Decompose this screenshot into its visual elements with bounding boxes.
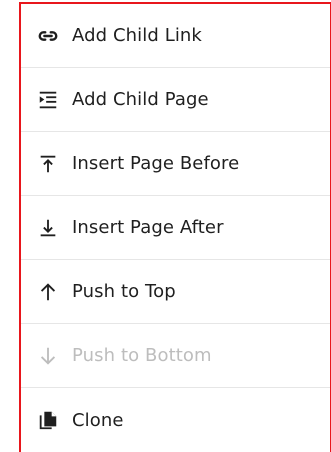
copy-icon (36, 408, 60, 432)
menu-item-add-child-link[interactable]: Add Child Link (21, 4, 330, 68)
menu-item-clone[interactable]: Clone (21, 388, 330, 452)
menu-item-label: Add Child Link (72, 25, 202, 46)
menu-item-label: Push to Top (72, 281, 176, 302)
menu-item-push-to-top[interactable]: Push to Top (21, 260, 330, 324)
menu-item-insert-page-after[interactable]: Insert Page After (21, 196, 330, 260)
menu-item-push-to-bottom: Push to Bottom (21, 324, 330, 388)
menu-item-label: Push to Bottom (72, 345, 212, 366)
link-icon (36, 24, 60, 48)
menu-item-label: Add Child Page (72, 89, 209, 110)
page-actions-menu: Add Child Link Add Child Page Insert Pag… (19, 2, 331, 452)
menu-item-label: Clone (72, 409, 124, 431)
menu-item-label: Insert Page Before (72, 153, 240, 174)
menu-item-insert-page-before[interactable]: Insert Page Before (21, 132, 330, 196)
menu-item-add-child-page[interactable]: Add Child Page (21, 68, 330, 132)
arrow-down-icon (36, 344, 60, 368)
arrow-down-to-line-icon (36, 216, 60, 240)
arrow-up-to-line-icon (36, 152, 60, 176)
indent-list-icon (36, 88, 60, 112)
menu-item-label: Insert Page After (72, 217, 224, 238)
arrow-up-icon (36, 280, 60, 304)
context-menu-canvas: Add Child Link Add Child Page Insert Pag… (0, 0, 331, 452)
